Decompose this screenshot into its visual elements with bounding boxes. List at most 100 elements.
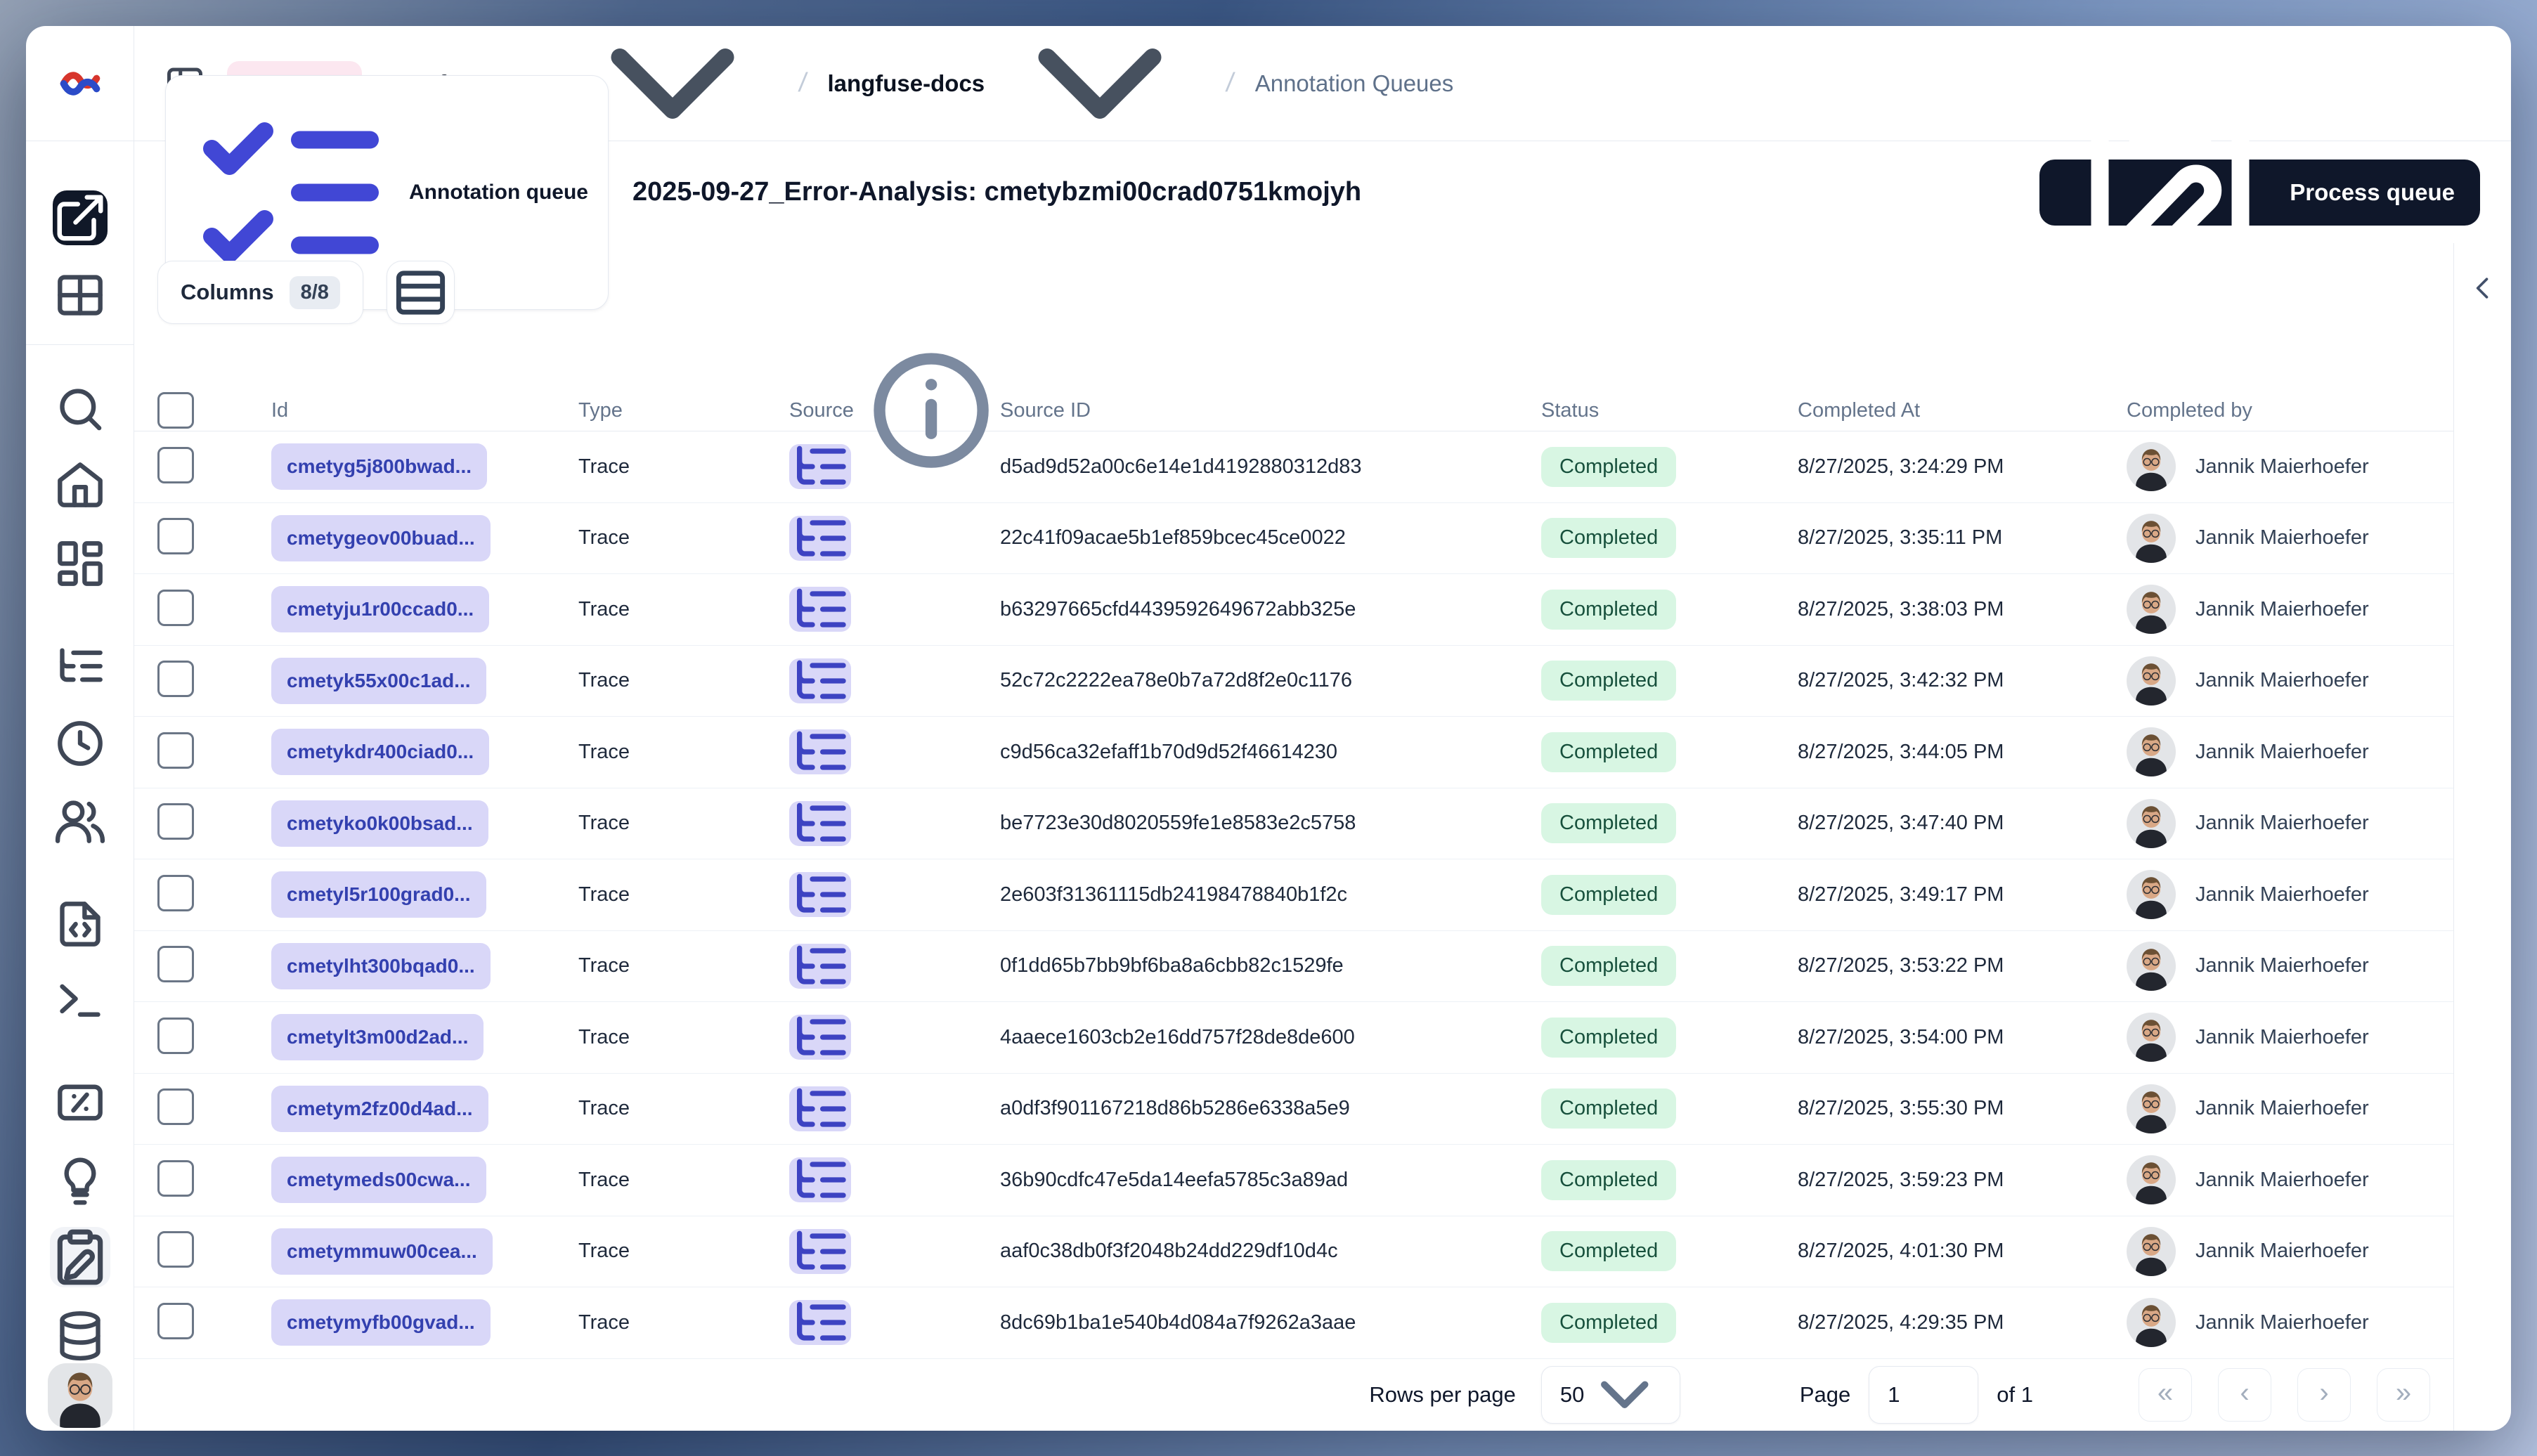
column-header-type[interactable]: Type	[578, 399, 789, 422]
row-checkbox[interactable]	[157, 1159, 194, 1197]
avatar	[2127, 1084, 2176, 1133]
source-trace-button[interactable]	[789, 515, 851, 561]
avatar	[2127, 513, 2176, 563]
source-trace-button[interactable]	[789, 1086, 851, 1131]
sidebar-item-search[interactable]	[53, 382, 107, 436]
source-id: c9d56ca32efaff1b70d9d52f46614230	[1000, 740, 1338, 763]
sidebar-item-datasets[interactable]	[53, 1309, 107, 1363]
source-trace-button[interactable]	[789, 658, 851, 703]
column-header-id[interactable]: Id	[271, 399, 578, 422]
rows-per-page-select[interactable]: 50	[1540, 1365, 1680, 1424]
langfuse-logo[interactable]	[26, 26, 134, 141]
row-height-button[interactable]	[386, 261, 455, 324]
column-header-status[interactable]: Status	[1541, 399, 1798, 422]
source-id: d5ad9d52a00c6e14e1d4192880312d83	[1000, 455, 1362, 478]
page-header: Annotation queue 2025-09-27_Error-Analys…	[134, 74, 2511, 310]
sidebar-divider	[26, 344, 134, 345]
item-id-link[interactable]: cmetyk55x00c1ad...	[271, 657, 486, 704]
source-trace-button[interactable]	[789, 943, 851, 989]
sidebar-item-users[interactable]	[53, 794, 107, 848]
item-id-link[interactable]: cmetylht300bqad0...	[271, 942, 491, 989]
sidebar-item-home[interactable]	[53, 458, 107, 512]
completed-by-name: Jannik Maierhoefer	[2195, 1025, 2369, 1048]
row-checkbox[interactable]	[157, 446, 194, 483]
source-trace-button[interactable]	[789, 1228, 851, 1274]
sidebar-item-tracing[interactable]	[53, 639, 107, 694]
avatar	[2127, 870, 2176, 920]
row-checkbox[interactable]	[157, 803, 194, 840]
item-id-link[interactable]: cmetyju1r00ccad0...	[271, 586, 490, 633]
sidebar-item-sessions[interactable]	[53, 717, 107, 771]
sidebar-item-insights[interactable]	[53, 1155, 107, 1209]
completed-by-name: Jannik Maierhoefer	[2195, 1240, 2369, 1263]
status-badge: Completed	[1541, 589, 1677, 630]
source-trace-button[interactable]	[789, 1157, 851, 1203]
status-badge: Completed	[1541, 874, 1677, 915]
previous-page-button[interactable]: ‹	[2218, 1367, 2271, 1422]
column-header-completed-by[interactable]: Completed by	[2127, 399, 2453, 422]
column-header-completed-at[interactable]: Completed At	[1798, 399, 2127, 422]
sidebar-item-evaluators[interactable]	[53, 1076, 107, 1130]
source-trace-button[interactable]	[789, 1300, 851, 1346]
item-type: Trace	[578, 1025, 630, 1048]
first-page-button[interactable]: «	[2139, 1367, 2192, 1422]
rows-per-page-label: Rows per page	[1369, 1382, 1516, 1407]
sidebar-item-annotation-queues[interactable]	[49, 1227, 110, 1287]
table-row: cmetyko0k00bsad... Trace be7723e30d80205…	[134, 788, 2453, 859]
chevron-down-icon	[1584, 1354, 1666, 1431]
source-trace-button[interactable]	[789, 800, 851, 846]
row-checkbox[interactable]	[157, 1088, 194, 1126]
list-tree-icon	[789, 1149, 851, 1211]
item-type: Trace	[578, 455, 630, 478]
avatar	[2127, 1155, 2176, 1205]
list-tree-icon	[789, 578, 851, 640]
item-id-link[interactable]: cmetymmuw00cea...	[271, 1228, 493, 1275]
sidebar-item-playground[interactable]	[53, 973, 107, 1027]
user-avatar[interactable]	[47, 1363, 112, 1428]
select-all-checkbox[interactable]	[157, 392, 194, 429]
item-id-link[interactable]: cmetyko0k00bsad...	[271, 800, 488, 847]
item-id-link[interactable]: cmetyg5j800bwad...	[271, 443, 488, 490]
page-number-input[interactable]	[1869, 1365, 1979, 1424]
sidebar-rail	[26, 141, 134, 1431]
sidebar-item-share[interactable]	[52, 190, 108, 245]
item-id-link[interactable]: cmetymyfb00gvad...	[271, 1299, 491, 1346]
item-id-link[interactable]: cmetymeds00cwa...	[271, 1157, 486, 1204]
completed-by-name: Jannik Maierhoefer	[2195, 954, 2369, 977]
source-trace-button[interactable]	[789, 587, 851, 632]
last-page-button[interactable]: »	[2377, 1367, 2430, 1422]
expand-panel-button[interactable]	[2463, 268, 2503, 308]
sidebar-item-prompts[interactable]	[53, 897, 107, 951]
item-type: Trace	[578, 526, 630, 550]
next-page-button[interactable]: ›	[2297, 1367, 2351, 1422]
source-trace-button[interactable]	[789, 872, 851, 918]
source-trace-button[interactable]	[789, 1015, 851, 1060]
process-queue-button[interactable]: Process queue	[2039, 96, 2480, 289]
row-checkbox[interactable]	[157, 1017, 194, 1054]
item-type: Trace	[578, 1311, 630, 1334]
table-row: cmetymmuw00cea... Trace aaf0c38db0f3f204…	[134, 1216, 2453, 1287]
source-trace-button[interactable]	[789, 729, 851, 775]
item-id-link[interactable]: cmetykdr400ciad0...	[271, 729, 490, 776]
sidebar-item-dashboards[interactable]	[53, 537, 107, 591]
item-id-link[interactable]: cmetylt3m00d2ad...	[271, 1014, 484, 1061]
item-id-link[interactable]: cmetyl5r100grad0...	[271, 871, 486, 918]
sidebar-item-table-view[interactable]	[53, 268, 107, 323]
item-id-link[interactable]: cmetym2fz00d4ad...	[271, 1085, 488, 1132]
row-checkbox[interactable]	[157, 874, 194, 911]
source-trace-button[interactable]	[789, 444, 851, 490]
row-checkbox[interactable]	[157, 661, 194, 698]
row-checkbox[interactable]	[157, 946, 194, 983]
row-checkbox[interactable]	[157, 518, 194, 555]
clipboard-pen-icon	[50, 1227, 110, 1287]
status-badge: Completed	[1541, 661, 1677, 701]
columns-button[interactable]: Columns 8/8	[157, 261, 363, 324]
item-id-link[interactable]: cmetygeov00buad...	[271, 514, 491, 561]
row-checkbox[interactable]	[157, 732, 194, 769]
row-checkbox[interactable]	[157, 589, 194, 626]
row-checkbox[interactable]	[157, 1302, 194, 1339]
status-badge: Completed	[1541, 732, 1677, 772]
column-header-source-id[interactable]: Source ID	[1000, 399, 1541, 422]
row-checkbox[interactable]	[157, 1231, 194, 1268]
langfuse-knot-icon	[60, 71, 100, 96]
